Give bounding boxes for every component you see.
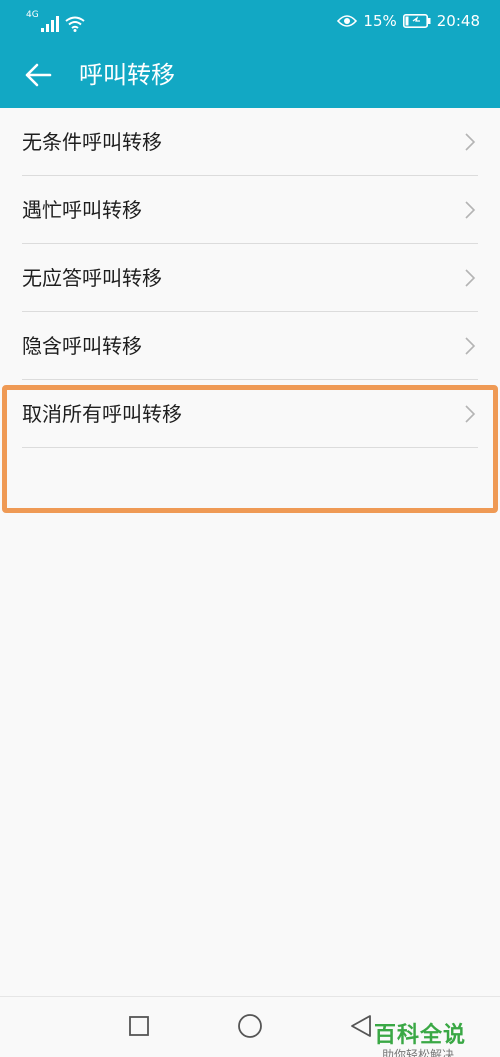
watermark-subtitle: 助你轻松解决 <box>382 1048 455 1057</box>
list-item-label: 无条件呼叫转移 <box>22 130 162 154</box>
status-time: 20:48 <box>436 12 480 30</box>
chevron-right-icon <box>465 269 476 287</box>
status-bar: 4G 15% 20:48 <box>0 0 500 42</box>
status-left: 4G <box>26 10 85 32</box>
watermark: 百科全说 助你轻松解决 <box>374 1023 494 1057</box>
list-item-no-answer-forwarding[interactable]: 无应答呼叫转移 <box>0 244 500 312</box>
page-title: 呼叫转移 <box>79 61 175 89</box>
triangle-back-icon <box>351 1015 371 1037</box>
arrow-left-icon <box>25 63 52 87</box>
status-right: 15% 20:48 <box>337 11 480 31</box>
list-item-label: 无应答呼叫转移 <box>22 266 162 290</box>
network-type-label: 4G <box>26 10 39 20</box>
highlight-box <box>2 385 498 513</box>
wifi-icon <box>65 16 85 32</box>
chevron-right-icon <box>465 201 476 219</box>
list-item-unconditional-forwarding[interactable]: 无条件呼叫转移 <box>0 108 500 176</box>
circle-home-icon <box>238 1014 262 1038</box>
list-item-implicit-forwarding[interactable]: 隐含呼叫转移 <box>0 312 500 380</box>
signal-icon <box>40 16 59 32</box>
list-item-label: 遇忙呼叫转移 <box>22 198 142 222</box>
chevron-right-icon <box>465 337 476 355</box>
back-button[interactable] <box>14 51 62 99</box>
battery-percent: 15% <box>363 12 397 30</box>
app-bar: 呼叫转移 <box>0 42 500 108</box>
eye-comfort-icon <box>337 15 358 27</box>
watermark-logo: 百科全说 <box>374 1023 467 1048</box>
recents-button[interactable] <box>124 1011 154 1041</box>
list-item-busy-forwarding[interactable]: 遇忙呼叫转移 <box>0 176 500 244</box>
back-nav-button[interactable] <box>346 1011 376 1041</box>
list-item-label: 隐含呼叫转移 <box>22 334 142 358</box>
square-recents-icon <box>129 1016 149 1036</box>
battery-charging-icon <box>402 14 431 28</box>
chevron-right-icon <box>465 133 476 151</box>
home-button[interactable] <box>235 1011 265 1041</box>
